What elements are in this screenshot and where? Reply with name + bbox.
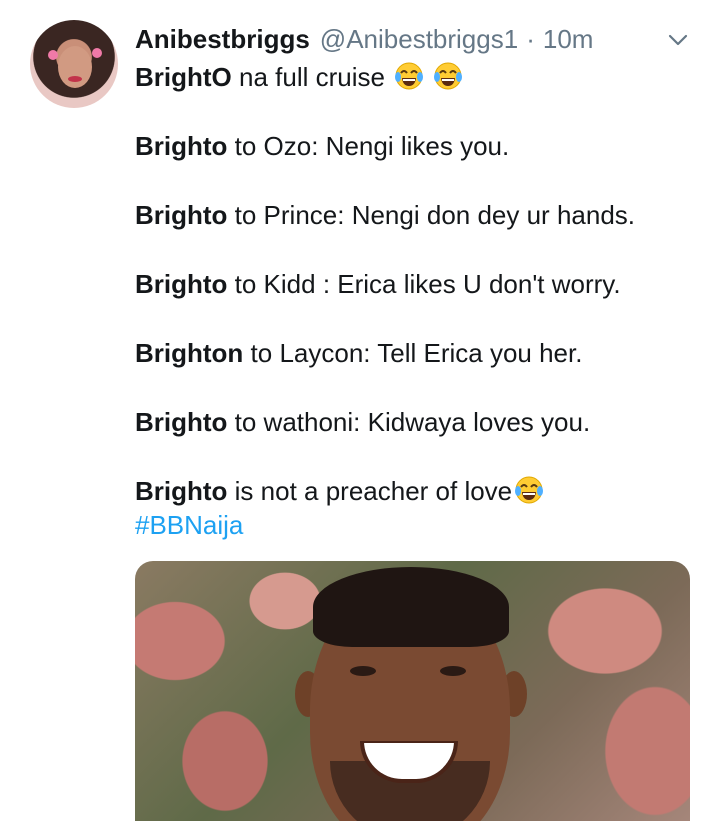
tweet-line: Brighto is not a preacher of love bbox=[135, 474, 695, 508]
tweet-text: BrightO na full cruise Brighto to Ozo: N… bbox=[135, 60, 695, 542]
line-text: to Laycon: Tell Erica you her. bbox=[243, 338, 583, 368]
tears-of-joy-emoji-icon bbox=[434, 62, 463, 90]
meta-separator: · bbox=[526, 24, 535, 54]
avatar-flower-decoration bbox=[92, 48, 102, 58]
tweet-line: BrightO na full cruise bbox=[135, 60, 695, 94]
line-text: is not a preacher of love bbox=[227, 476, 513, 506]
tweet[interactable]: Anibestbriggs @Anibestbriggs1 · 10m Brig… bbox=[0, 0, 720, 821]
avatar-lips bbox=[68, 76, 82, 82]
photo-eye bbox=[440, 666, 466, 676]
tears-of-joy-emoji-icon bbox=[395, 62, 424, 90]
bold-name: Brighto bbox=[135, 200, 228, 230]
tweet-line: Brighto to Kidd : Erica likes U don't wo… bbox=[135, 267, 695, 301]
bold-name: Brighto bbox=[135, 269, 228, 299]
hashtag-link[interactable]: #BBNaija bbox=[135, 510, 243, 540]
tweet-line: Brighto to Prince: Nengi don dey ur hand… bbox=[135, 198, 695, 232]
avatar-flower-decoration bbox=[48, 50, 58, 60]
tweet-line: #BBNaija bbox=[135, 508, 695, 542]
tweet-timestamp[interactable]: 10m bbox=[543, 24, 594, 55]
author-name[interactable]: Anibestbriggs bbox=[135, 24, 310, 55]
bold-name: Brighton bbox=[135, 338, 244, 368]
tweet-header: Anibestbriggs @Anibestbriggs1 · 10m bbox=[135, 24, 696, 58]
tears-of-joy-emoji-icon bbox=[515, 476, 544, 504]
bold-name: BrightO bbox=[135, 62, 232, 92]
photo-hair bbox=[313, 567, 509, 647]
tweet-line: Brighton to Laycon: Tell Erica you her. bbox=[135, 336, 695, 370]
line-text: to wathoni: Kidwaya loves you. bbox=[227, 407, 591, 437]
author-handle[interactable]: @Anibestbriggs1 bbox=[320, 24, 518, 55]
tweet-media-image[interactable] bbox=[135, 561, 690, 821]
line-text: to Kidd : Erica likes U don't worry. bbox=[227, 269, 621, 299]
chevron-down-icon[interactable] bbox=[666, 28, 690, 52]
bold-name: Brighto bbox=[135, 131, 228, 161]
tweet-line: Brighto to wathoni: Kidwaya loves you. bbox=[135, 405, 695, 439]
bold-name: Brighto bbox=[135, 476, 228, 506]
photo-eye bbox=[350, 666, 376, 676]
avatar[interactable] bbox=[30, 20, 118, 108]
line-text: na full cruise bbox=[231, 62, 385, 92]
bold-name: Brighto bbox=[135, 407, 228, 437]
tweet-line: Brighto to Ozo: Nengi likes you. bbox=[135, 129, 695, 163]
line-text: to Prince: Nengi don dey ur hands. bbox=[227, 200, 636, 230]
line-text: to Ozo: Nengi likes you. bbox=[227, 131, 510, 161]
